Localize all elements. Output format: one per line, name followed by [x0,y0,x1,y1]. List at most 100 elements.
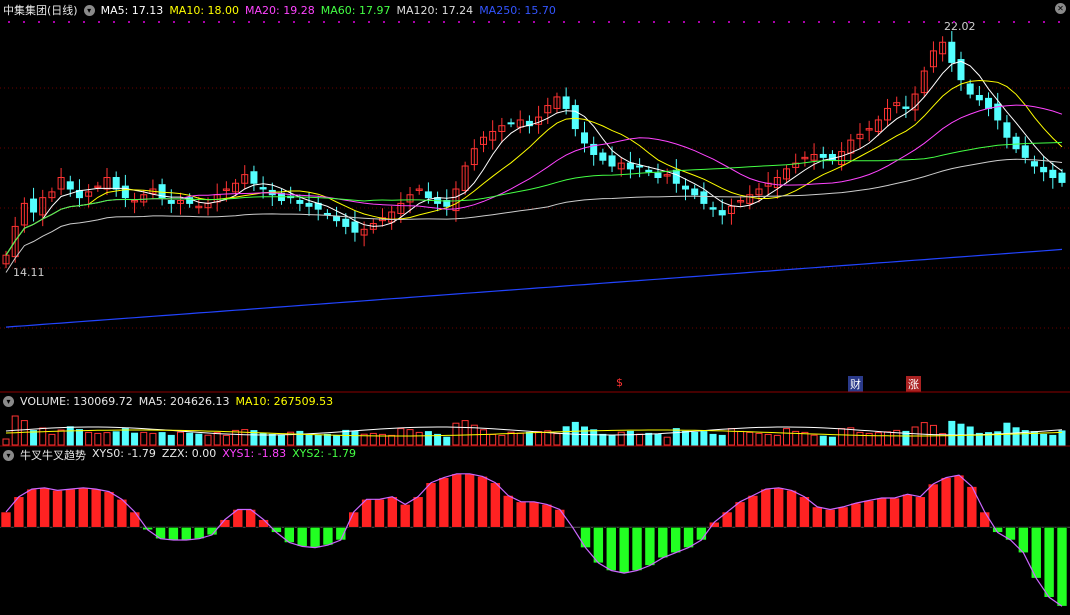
volume-bar [30,430,38,446]
volume-bar [718,434,726,446]
volume-bar [581,426,589,446]
candle-body [718,210,726,216]
top-dot [608,21,610,23]
volume-bar [333,434,341,446]
volume-bar [415,431,423,446]
volume-bar [323,433,331,446]
top-dot [23,21,25,23]
candle-body [691,188,699,196]
volume-bar [48,433,56,446]
volume-bar [388,434,396,446]
oscillator-bar [580,526,591,548]
volume-bar [626,430,634,446]
top-dot [503,21,505,23]
volume-bar [884,431,892,446]
top-dot [923,21,925,23]
top-dot [698,21,700,23]
oscillator-bar [387,496,398,528]
volume-bar [461,420,469,446]
volume-bar [131,432,139,446]
volume-bar [75,429,83,446]
top-dot [968,21,970,23]
xys1-line [5,473,1063,607]
volume-bar [351,430,359,446]
oscillator-bar [734,501,746,528]
candle-body [700,191,708,204]
volume-bar [590,429,598,446]
oscillator-bar [670,526,681,554]
oscillator-bar [412,496,424,528]
volume-bar [85,431,93,446]
volume-bar [535,431,543,446]
oscillator-bar [52,490,63,528]
volume-bar [691,431,699,446]
top-dot [983,21,985,23]
volume-bar [57,429,65,446]
candle-body [819,153,827,158]
volume-bar [397,428,405,446]
oscillator-bar [593,526,604,564]
oscillator-bar [1056,526,1068,607]
top-dot [383,21,385,23]
top-dot [1013,21,1015,23]
volume-bar [369,432,377,446]
volume-bar [167,434,175,446]
candle-body [654,172,662,178]
top-dot [323,21,325,23]
oscillator-bar [528,501,540,528]
oscillator-bar [927,483,939,528]
oscillator-bar [129,511,141,528]
volume-bar [746,431,754,446]
top-dot [683,21,685,23]
volume-bar [562,426,570,446]
oscillator-bar [374,498,385,528]
volume-bar [966,426,974,446]
top-dot [728,21,730,23]
oscillator-bar [683,526,694,548]
candle-body [259,187,267,190]
top-dot [863,21,865,23]
top-dot [338,21,340,23]
oscillator-bar [90,488,102,528]
volume-bar [213,432,221,446]
top-dot [158,21,160,23]
oscillator-bar [180,526,192,541]
candle-body [682,185,690,190]
volume-bar [507,431,515,446]
candle-body [1003,122,1011,138]
candle-body [250,171,258,184]
candle-body [507,122,515,125]
volume-bar [268,433,276,446]
volume-bar [516,432,524,446]
volume-bar [195,433,203,446]
volume-bar [700,431,708,446]
oscillator-bar [618,526,630,574]
volume-bar [838,428,846,446]
volume-bar [682,430,690,446]
top-dot [818,21,820,23]
top-dot [548,21,550,23]
ma5-line [5,60,1063,256]
top-dot [488,21,490,23]
oscillator-bar [1043,526,1055,598]
oscillator-bar [39,487,50,528]
oscillator-bar [747,495,759,528]
oscillator-bar [168,526,179,541]
top-dot [128,21,130,23]
oscillator-bar [399,504,411,528]
volume-bar [672,428,680,446]
top-dot [173,21,175,23]
top-dot [38,21,40,23]
volume-bar [783,428,791,446]
volume-bar [929,424,937,446]
volume-bar [424,431,432,446]
top-dot [578,21,580,23]
candle-body [167,200,175,204]
oscillator-bar [438,477,450,528]
top-dot [278,21,280,23]
top-dot [98,21,100,23]
top-dot [413,21,415,23]
volume-bar [801,431,809,446]
volume-bar [277,434,285,446]
top-dot [203,21,205,23]
